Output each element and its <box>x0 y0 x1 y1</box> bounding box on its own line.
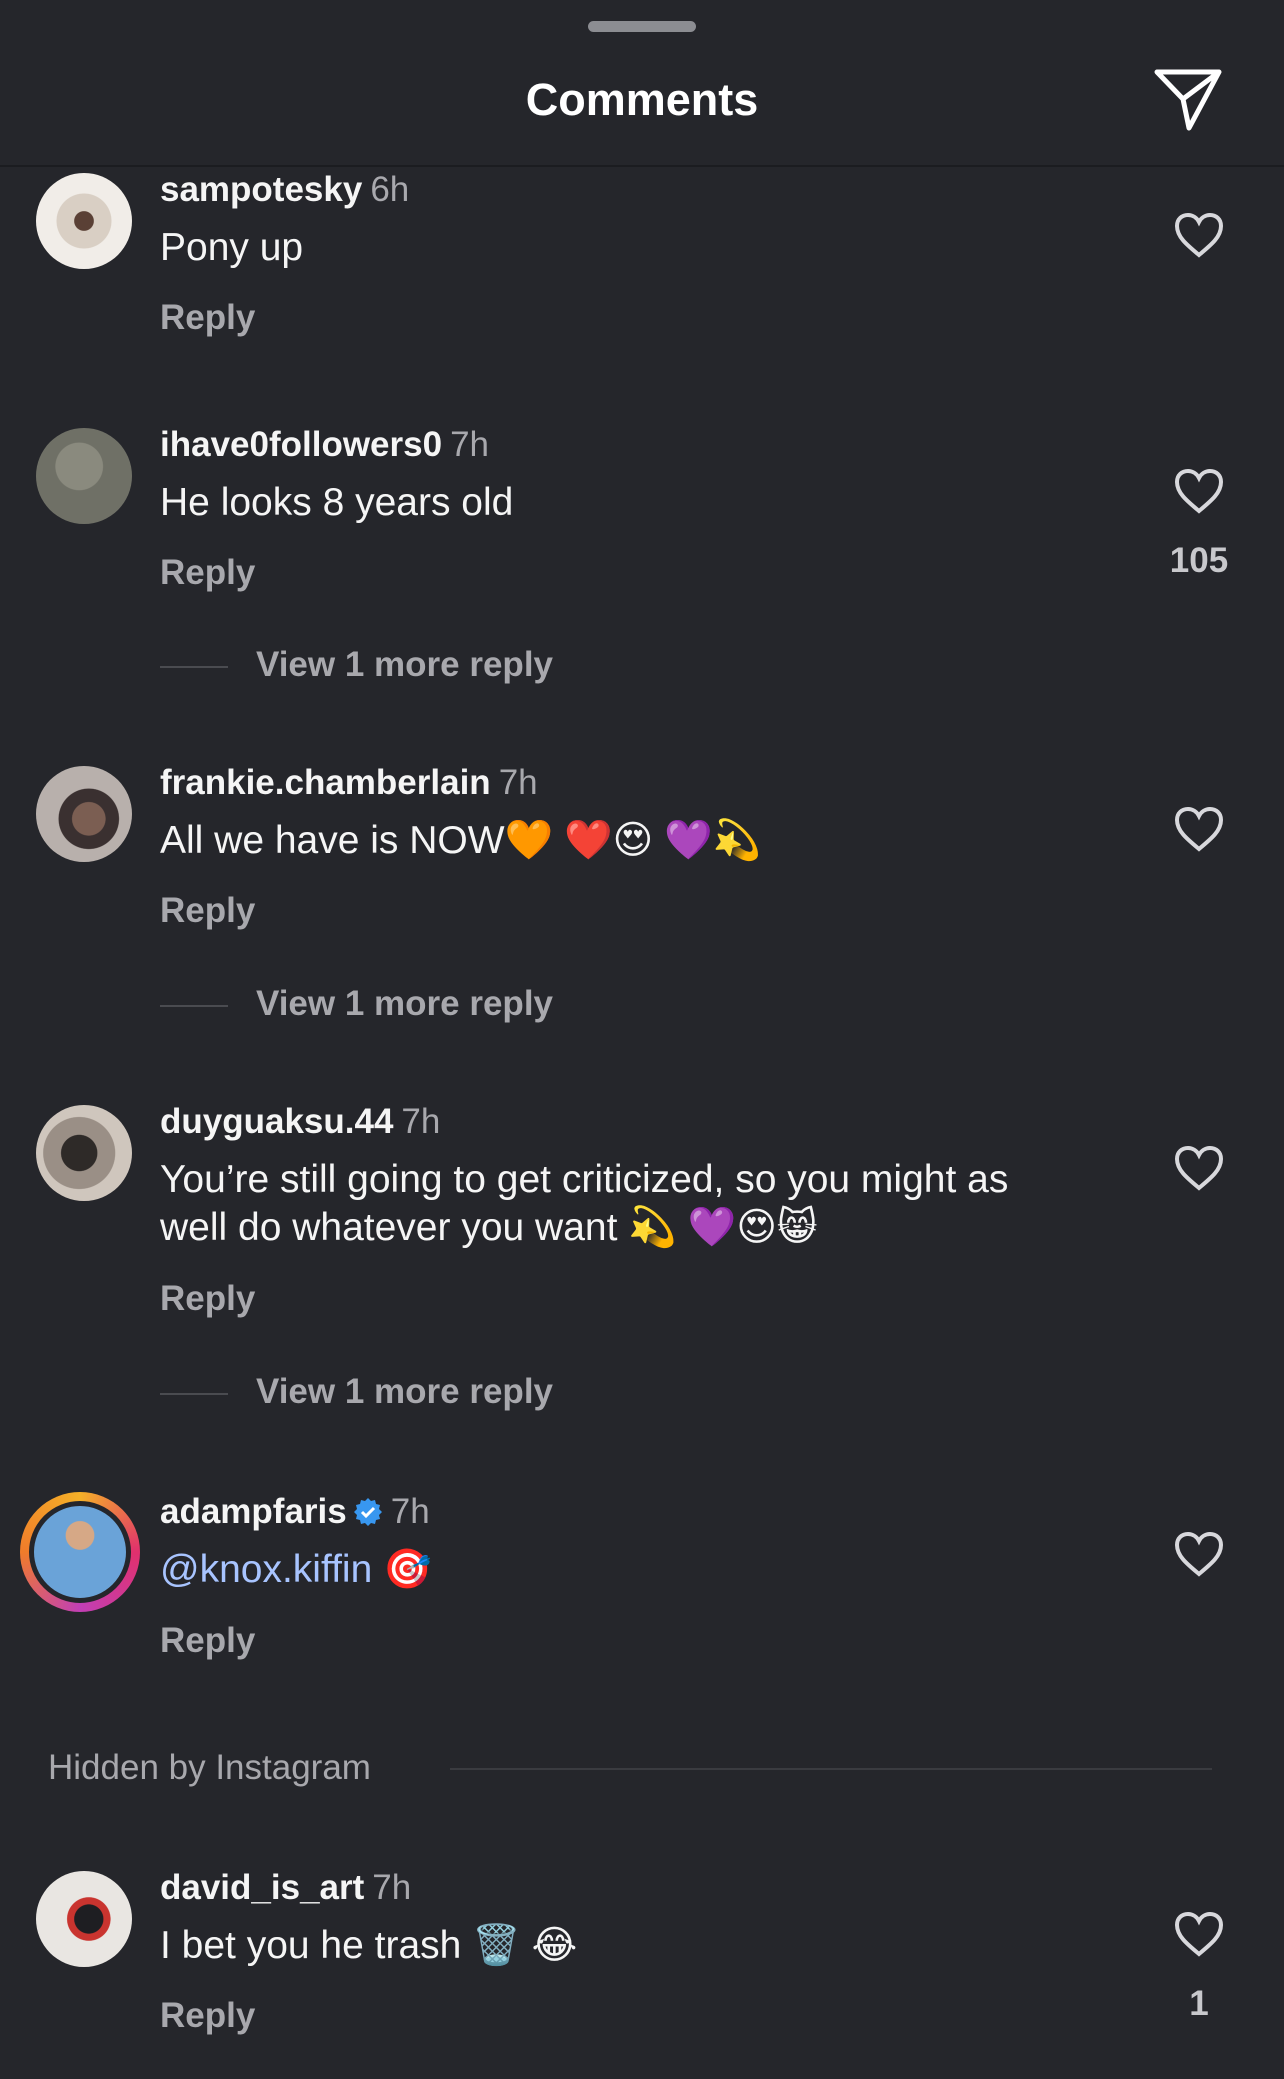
like-count: 1 <box>1189 1984 1209 2023</box>
comment-text: Pony up <box>160 226 304 269</box>
comment-text: He looks 8 years old <box>160 481 514 524</box>
view-more-label: View 1 more reply <box>256 1372 554 1411</box>
heart-icon[interactable] <box>1173 212 1225 258</box>
reply-button[interactable]: Reply <box>160 1996 255 2036</box>
avatar[interactable] <box>36 1871 132 1967</box>
avatar[interactable] <box>36 766 132 862</box>
comment-username[interactable]: duyguaksu.44 <box>160 1102 393 1141</box>
mention-link[interactable]: @knox.kiffin <box>160 1548 372 1591</box>
like-count: 105 <box>1169 541 1229 580</box>
avatar[interactable] <box>29 1501 131 1603</box>
comment-time: 7h <box>450 425 490 464</box>
comment-username[interactable]: sampotesky <box>160 170 362 209</box>
comment-username[interactable]: adampfaris <box>160 1492 347 1531</box>
comment-time: 7h <box>390 1492 430 1531</box>
avatar[interactable] <box>36 173 132 269</box>
view-more-replies[interactable]: View 1 more reply <box>160 984 553 1024</box>
view-more-label: View 1 more reply <box>256 984 554 1023</box>
divider <box>450 1768 1212 1770</box>
reply-button[interactable]: Reply <box>160 891 255 931</box>
heart-icon[interactable] <box>1173 468 1225 514</box>
comment-text: @knox.kiffin 🎯 <box>160 1546 1080 1594</box>
comment-text: I bet you he trash 🗑️ 😂 <box>160 1924 578 1967</box>
comment-text: You’re still going to get criticized, so… <box>160 1158 1009 1249</box>
reply-button[interactable]: Reply <box>160 1621 255 1661</box>
heart-icon[interactable] <box>1173 1145 1225 1191</box>
target-emoji: 🎯 <box>383 1548 432 1591</box>
view-more-label: View 1 more reply <box>256 645 554 684</box>
comment-time: 7h <box>401 1102 441 1141</box>
comment-username[interactable]: frankie.chamberlain <box>160 763 491 802</box>
divider <box>160 1392 228 1395</box>
avatar[interactable] <box>36 1105 132 1201</box>
reply-button[interactable]: Reply <box>160 1279 255 1319</box>
verified-badge-icon <box>353 1498 382 1526</box>
view-more-replies[interactable]: View 1 more reply <box>160 645 553 685</box>
page-title: Comments <box>525 74 759 125</box>
comment-time: 7h <box>498 763 538 802</box>
comment-username[interactable]: david_is_art <box>160 1868 364 1907</box>
heart-icon[interactable] <box>1173 1531 1225 1577</box>
drag-handle[interactable] <box>588 21 696 32</box>
avatar[interactable] <box>36 428 132 524</box>
comments-header: Comments <box>0 0 1284 167</box>
heart-icon[interactable] <box>1173 1911 1225 1957</box>
divider <box>160 1004 228 1007</box>
heart-icon[interactable] <box>1173 806 1225 852</box>
comment-time: 7h <box>372 1868 412 1907</box>
reply-button[interactable]: Reply <box>160 553 255 593</box>
send-icon[interactable] <box>1152 66 1224 132</box>
hidden-section-label[interactable]: Hidden by Instagram <box>48 1748 371 1788</box>
view-more-replies[interactable]: View 1 more reply <box>160 1372 553 1412</box>
comment-username[interactable]: ihave0followers0 <box>160 425 442 464</box>
divider <box>160 665 228 668</box>
comment-time: 6h <box>370 170 410 209</box>
comment-text: All we have is NOW🧡 ❤️😍 💜💫 <box>160 819 762 862</box>
reply-button[interactable]: Reply <box>160 298 255 338</box>
